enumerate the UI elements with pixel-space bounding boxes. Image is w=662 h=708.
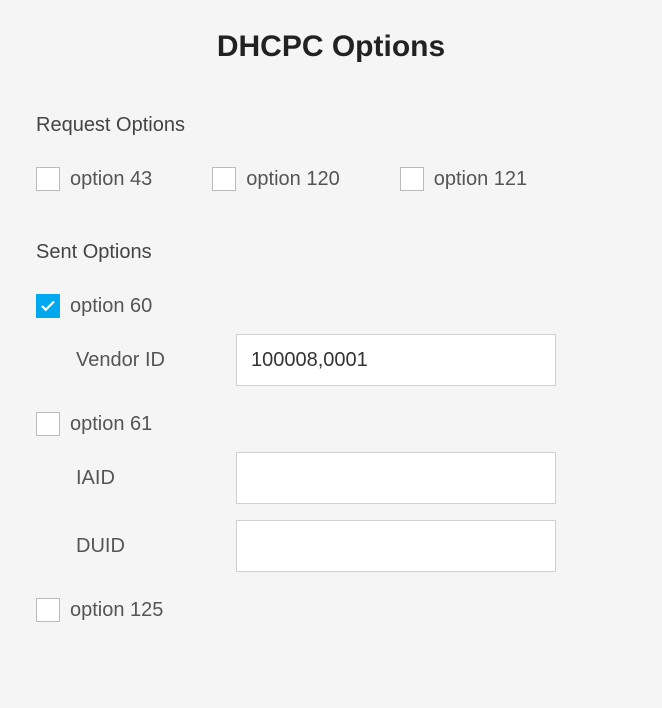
option-60-group: option 60 Vendor ID bbox=[36, 294, 626, 386]
duid-label: DUID bbox=[36, 535, 236, 558]
option-60-label: option 60 bbox=[70, 295, 152, 318]
sent-options-header: Sent Options bbox=[36, 241, 626, 264]
option-43-label: option 43 bbox=[70, 168, 152, 191]
sent-options-section: Sent Options option 60 Vendor ID option … bbox=[36, 241, 626, 622]
option-125-group: option 125 bbox=[36, 598, 626, 622]
checkmark-icon bbox=[39, 297, 57, 315]
vendor-id-label: Vendor ID bbox=[36, 349, 236, 372]
option-125-label: option 125 bbox=[70, 599, 163, 622]
vendor-id-input[interactable] bbox=[236, 334, 556, 386]
request-options-header: Request Options bbox=[36, 114, 626, 137]
option-61-group: option 61 IAID DUID bbox=[36, 412, 626, 572]
duid-input[interactable] bbox=[236, 520, 556, 572]
option-121-item: option 121 bbox=[400, 167, 527, 191]
option-121-checkbox[interactable] bbox=[400, 167, 424, 191]
option-120-item: option 120 bbox=[212, 167, 339, 191]
option-60-checkbox[interactable] bbox=[36, 294, 60, 318]
option-61-label: option 61 bbox=[70, 413, 152, 436]
option-120-label: option 120 bbox=[246, 168, 339, 191]
iaid-label: IAID bbox=[36, 467, 236, 490]
option-43-checkbox[interactable] bbox=[36, 167, 60, 191]
option-61-checkbox[interactable] bbox=[36, 412, 60, 436]
page-title: DHCPC Options bbox=[36, 30, 626, 64]
option-43-item: option 43 bbox=[36, 167, 152, 191]
option-120-checkbox[interactable] bbox=[212, 167, 236, 191]
iaid-input[interactable] bbox=[236, 452, 556, 504]
option-125-checkbox[interactable] bbox=[36, 598, 60, 622]
request-options-section: Request Options option 43 option 120 opt… bbox=[36, 114, 626, 191]
option-121-label: option 121 bbox=[434, 168, 527, 191]
